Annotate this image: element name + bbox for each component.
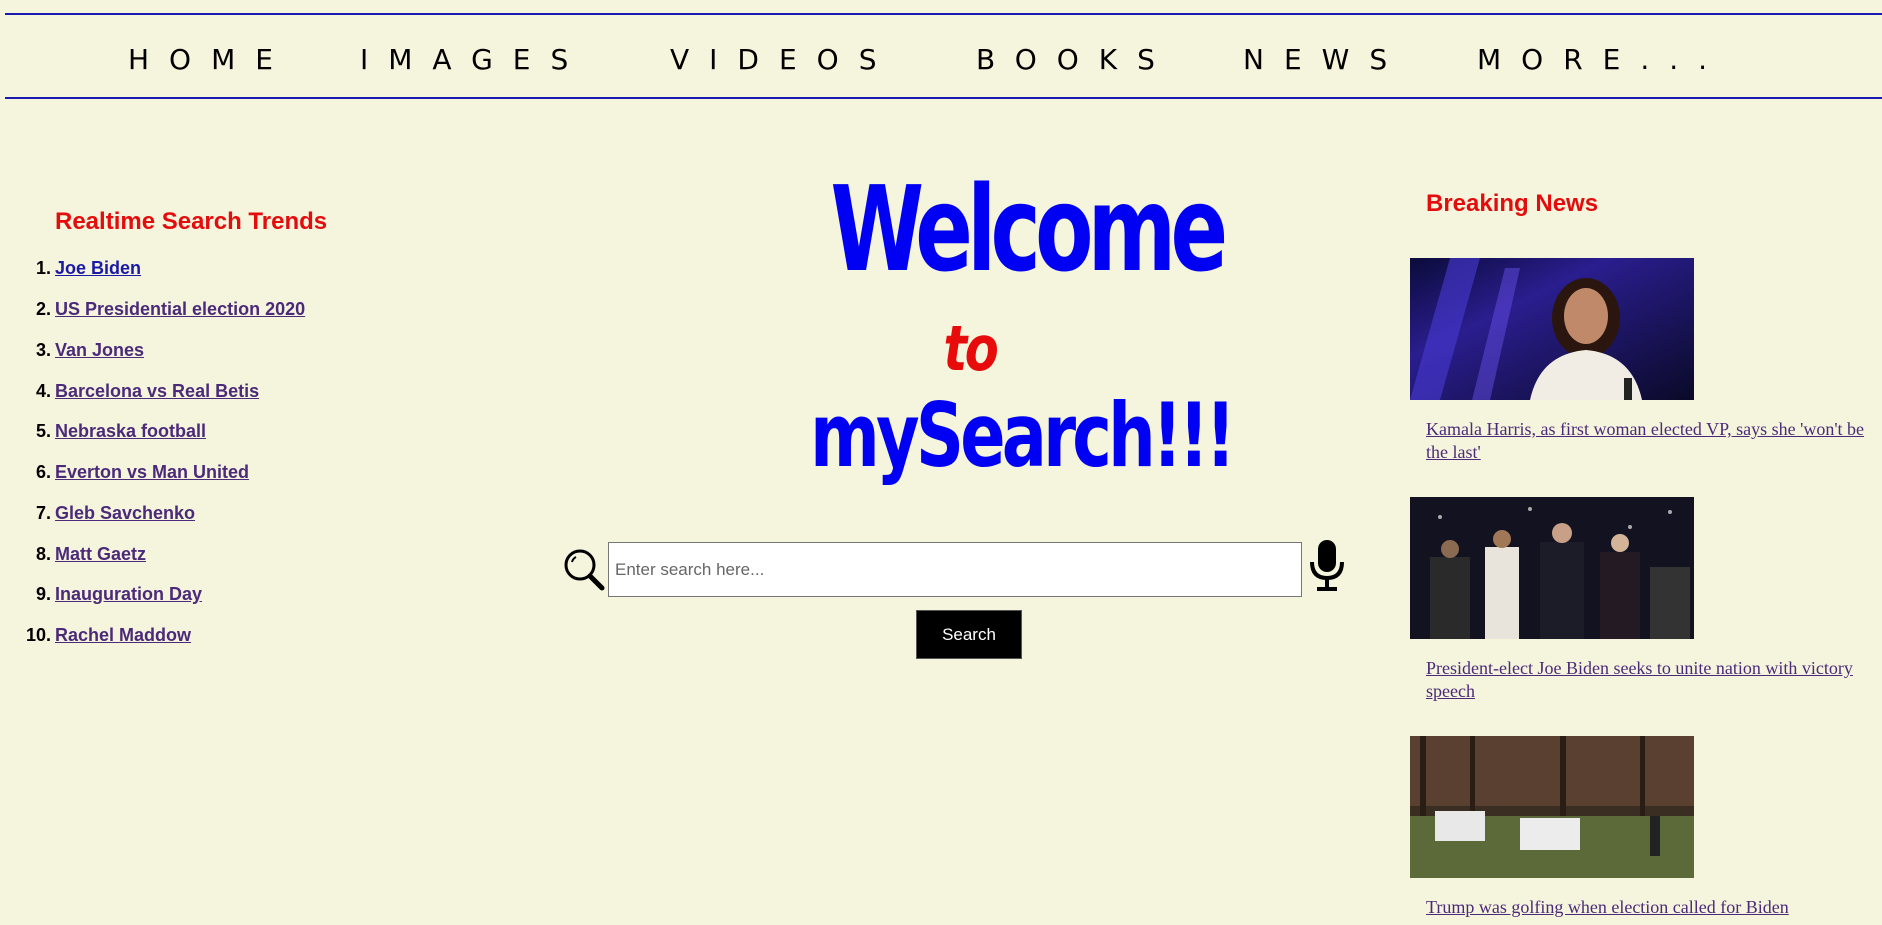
trend-number: 4. [35,381,51,401]
list-item: 3. Van Jones [0,340,400,381]
trend-link-everton[interactable]: Everton vs Man United [55,462,249,483]
nav-news[interactable]: NEWS [1243,43,1407,76]
trend-number: 3. [35,340,51,360]
news-image-harris[interactable] [1410,258,1694,400]
trend-number: 1. [35,258,51,278]
trend-link-van-jones[interactable]: Van Jones [55,340,144,361]
search-button[interactable]: Search [916,610,1022,659]
trends-heading: Realtime Search Trends [55,208,328,235]
nav-home[interactable]: HOME [128,43,293,76]
list-item: 8. Matt Gaetz [0,544,400,585]
news-image-golf[interactable] [1410,736,1694,878]
list-item: 6. Everton vs Man United [0,462,400,503]
news-link-golf[interactable]: Trump was golfing when election called f… [1426,896,1866,919]
news-heading: Breaking News [1426,190,1599,217]
list-item: 10. Rachel Maddow [0,625,400,666]
nav-more[interactable]: MORE... [1477,43,1727,76]
trend-link-barcelona[interactable]: Barcelona vs Real Betis [55,381,259,402]
trend-link-us-election[interactable]: US Presidential election 2020 [55,299,305,320]
trend-number: 8. [35,544,51,564]
news-image-biden[interactable] [1410,497,1694,639]
list-item: 7. Gleb Savchenko [0,503,400,544]
trend-link-joe-biden[interactable]: Joe Biden [55,258,141,279]
trend-link-rachel-maddow[interactable]: Rachel Maddow [55,625,191,646]
search-input[interactable] [608,542,1302,597]
trend-number: 2. [35,299,51,319]
nav-images[interactable]: IMAGES [360,43,588,76]
news-link-harris[interactable]: Kamala Harris, as first woman elected VP… [1426,418,1866,464]
trend-number: 7. [35,503,51,523]
to-heading: to [943,312,999,385]
nav-videos[interactable]: VIDEOS [670,43,896,76]
trend-link-nebraska[interactable]: Nebraska football [55,421,206,442]
trend-link-matt-gaetz[interactable]: Matt Gaetz [55,544,146,565]
list-item: 1. Joe Biden [0,258,400,299]
nav-books[interactable]: BOOKS [976,43,1175,76]
microphone-icon[interactable] [1306,538,1348,594]
list-item: 2. US Presidential election 2020 [0,299,400,340]
mysearch-heading: mySearch!!! [810,384,1236,487]
trend-number: 10. [25,625,51,645]
trend-number: 9. [35,584,51,604]
top-nav: HOME IMAGES VIDEOS BOOKS NEWS MORE... [5,13,1882,99]
welcome-heading: Welcome [830,160,1228,298]
news-link-biden[interactable]: President-elect Joe Biden seeks to unite… [1426,657,1866,703]
list-item: 5. Nebraska football [0,421,400,462]
trend-link-gleb[interactable]: Gleb Savchenko [55,503,195,524]
trend-link-inauguration[interactable]: Inauguration Day [55,584,202,605]
list-item: 9. Inauguration Day [0,584,400,625]
search-icon[interactable] [562,548,606,592]
trend-number: 6. [35,462,51,482]
list-item: 4. Barcelona vs Real Betis [0,381,400,422]
trend-number: 5. [35,421,51,441]
